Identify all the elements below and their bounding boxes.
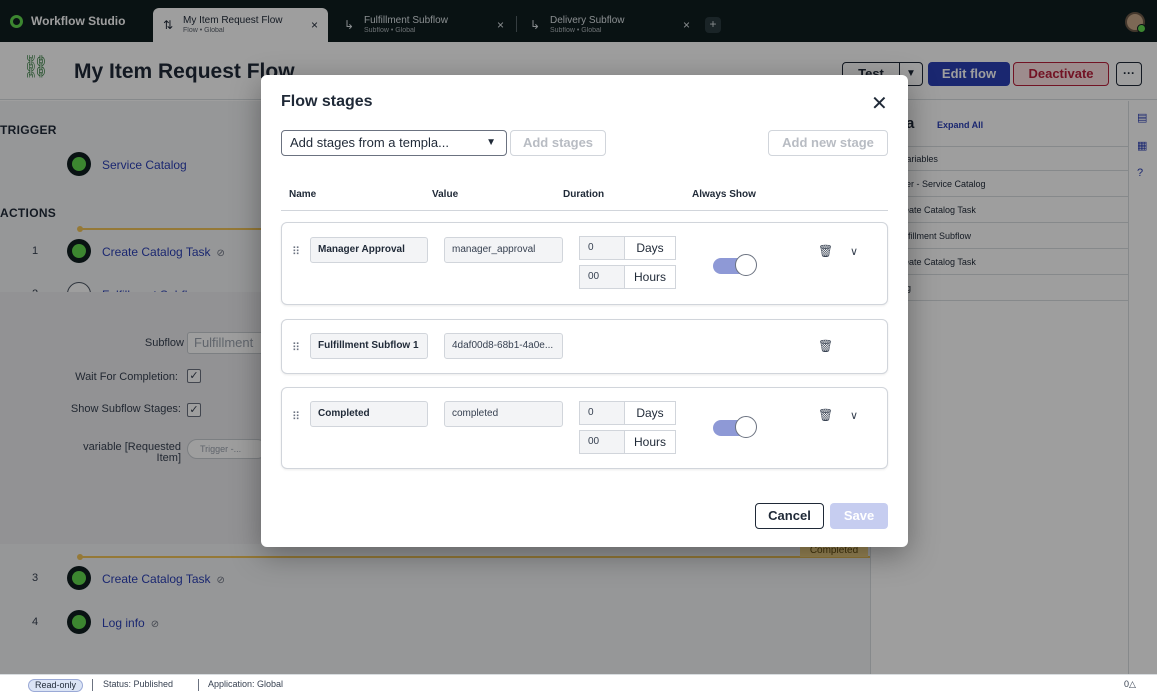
- drag-handle-icon[interactable]: ⠿: [292, 410, 300, 423]
- duration-days-input[interactable]: 0: [579, 401, 625, 425]
- column-header-name: Name: [289, 189, 317, 200]
- duration-hours-unit: Hours: [624, 265, 676, 289]
- column-header-always-show: Always Show: [692, 189, 756, 200]
- stage-name-input[interactable]: Fulfillment Subflow 1: [310, 333, 428, 359]
- stage-row: ⠿ Fulfillment Subflow 1 4daf00d8-68b1-4a…: [281, 319, 888, 374]
- duration-hours-input[interactable]: 00: [579, 430, 625, 454]
- column-header-value: Value: [432, 189, 459, 200]
- drag-handle-icon[interactable]: ⠿: [292, 245, 300, 258]
- stage-value-input[interactable]: completed: [444, 401, 563, 427]
- column-header-duration: Duration: [563, 189, 605, 200]
- always-show-toggle[interactable]: [713, 416, 757, 438]
- cancel-button[interactable]: Cancel: [755, 503, 824, 529]
- chevron-down-icon[interactable]: ∨: [850, 409, 858, 422]
- stage-template-select[interactable]: Add stages from a templa... ▼: [281, 130, 507, 156]
- chevron-down-icon[interactable]: ∨: [850, 245, 858, 258]
- duration-days-unit: Days: [624, 236, 676, 260]
- always-show-toggle[interactable]: [713, 254, 757, 276]
- notification-indicator[interactable]: 0△: [1124, 679, 1136, 690]
- save-button[interactable]: Save: [830, 503, 888, 529]
- stage-value-input[interactable]: 4daf00d8-68b1-4a0e...: [444, 333, 563, 359]
- flow-stages-dialog: Flow stages ✕ Add stages from a templa..…: [261, 75, 908, 547]
- status-bar: Read-only Status: Published Application:…: [0, 674, 1157, 695]
- status-divider: [92, 679, 93, 691]
- toggle-knob: [735, 254, 757, 276]
- caret-down-icon: ▼: [486, 137, 496, 148]
- stage-row: ⠿ Manager Approval manager_approval 0 Da…: [281, 222, 888, 305]
- application-text: Application: Global: [208, 679, 284, 689]
- stage-name-input[interactable]: Manager Approval: [310, 237, 428, 263]
- duration-days-unit: Days: [624, 401, 676, 425]
- duration-days-input[interactable]: 0: [579, 236, 625, 260]
- status-text: Status: Published: [103, 679, 174, 689]
- trash-icon[interactable]: 🗑: [818, 244, 833, 258]
- trash-icon[interactable]: 🗑: [818, 408, 833, 422]
- stage-row: ⠿ Completed completed 0 Days 00 Hours 🗑 …: [281, 387, 888, 469]
- dialog-title: Flow stages: [281, 93, 373, 110]
- read-only-badge: Read-only: [28, 679, 84, 692]
- duration-hours-input[interactable]: 00: [579, 265, 625, 289]
- trash-icon[interactable]: 🗑: [818, 339, 833, 353]
- toggle-knob: [735, 416, 757, 438]
- header-divider: [281, 210, 888, 211]
- add-new-stage-button[interactable]: Add new stage: [768, 130, 888, 156]
- add-stages-button[interactable]: Add stages: [510, 130, 606, 156]
- select-value: Add stages from a templa...: [290, 135, 449, 150]
- drag-handle-icon[interactable]: ⠿: [292, 341, 300, 354]
- duration-hours-unit: Hours: [624, 430, 676, 454]
- close-icon[interactable]: ✕: [871, 91, 888, 116]
- status-divider: [198, 679, 199, 691]
- stage-name-input[interactable]: Completed: [310, 401, 428, 427]
- stage-value-input[interactable]: manager_approval: [444, 237, 563, 263]
